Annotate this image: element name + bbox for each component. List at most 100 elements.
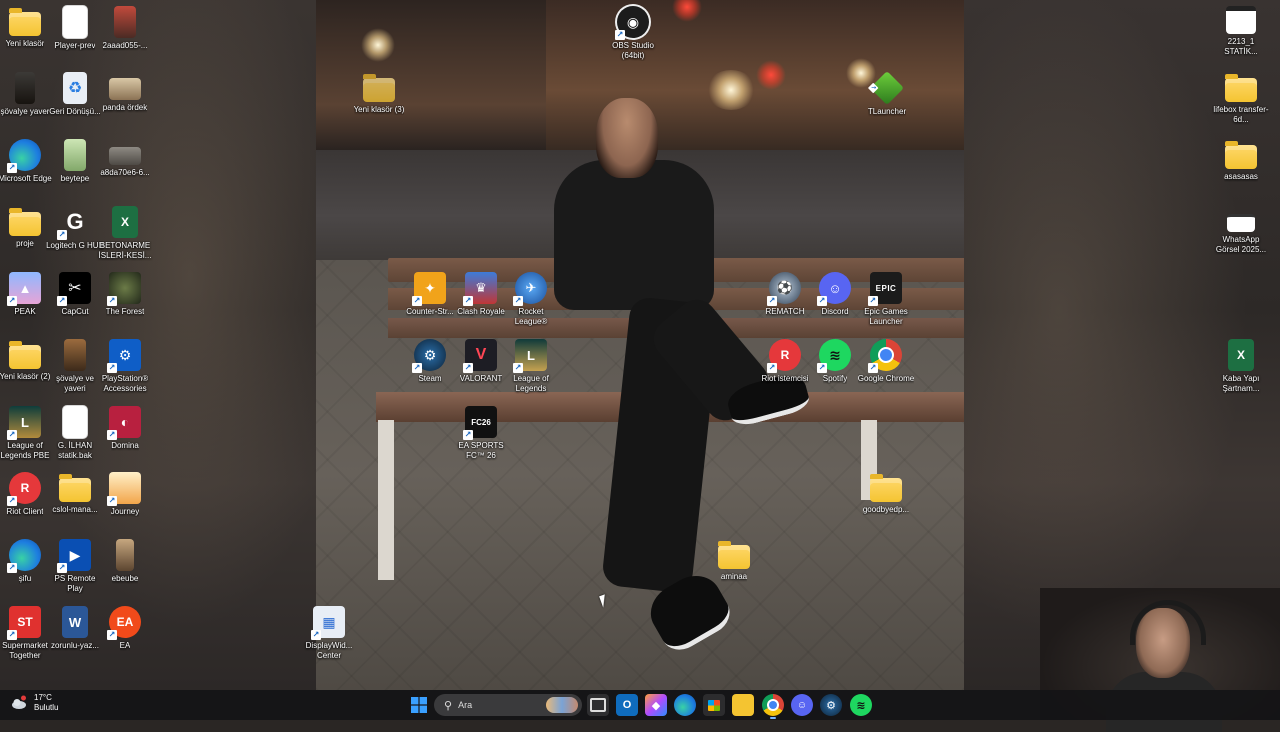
peak-icon: ▲: [7, 272, 41, 306]
image-thumbnail-icon: [116, 539, 134, 571]
desktop-icon-kaba-yapi[interactable]: X Kaba Yapı Şartnam...: [1212, 339, 1270, 394]
file-icon: [63, 6, 87, 38]
discord-icon: ☺: [817, 272, 851, 306]
desktop-icon-ebeube[interactable]: ebeube: [96, 539, 154, 584]
recycle-bin-icon: ♻: [63, 72, 87, 104]
desktop-icon-the-forest[interactable]: The Forest: [96, 272, 154, 317]
steam-icon[interactable]: ⚙: [820, 694, 842, 716]
weather-temperature: 17°C: [34, 693, 52, 702]
tlauncher-icon: [870, 71, 904, 105]
file-icon: [63, 406, 87, 438]
photo-street-light: [361, 28, 395, 62]
desktop-icon-image[interactable]: 2aaad055-...: [96, 6, 154, 51]
spotify-icon: ≋: [817, 339, 851, 373]
desktop-icon-epic-games[interactable]: EPIC Epic Games Launcher: [857, 272, 915, 327]
excel-icon: X: [112, 206, 138, 238]
steam-icon: ⚙: [412, 339, 446, 373]
desktop-icon-goodbyedpi[interactable]: goodbyedp...: [857, 472, 915, 515]
desktop-icon-journey[interactable]: Journey: [96, 472, 154, 517]
desktop-icon-steam[interactable]: ⚙ Steam: [401, 339, 459, 384]
image-thumbnail-icon: [114, 6, 136, 38]
the-forest-icon: [107, 272, 141, 306]
image-thumbnail-icon: [15, 72, 35, 104]
weather-widget[interactable]: 17°C Bulutlu: [10, 693, 58, 713]
counter-strike-icon: ✦: [412, 272, 446, 306]
desktop-icon-spotify[interactable]: ≋ Spotify: [806, 339, 864, 384]
desktop-icon-tlauncher[interactable]: TLauncher: [858, 71, 916, 117]
edge-icon[interactable]: [674, 694, 696, 716]
desktop-icon-displaywidget-center[interactable]: ▦ DisplayWid... Center: [300, 606, 358, 661]
folder-icon: [9, 341, 41, 369]
taskbar-search[interactable]: ⚲ Ara: [434, 694, 582, 716]
weather-condition: Bulutlu: [34, 703, 59, 712]
folder-icon: [9, 208, 41, 236]
photo-street-light: [706, 70, 756, 110]
folder-icon: [363, 74, 395, 102]
valorant-icon: V: [463, 339, 497, 373]
desktop-icon-whatsapp-gorsel[interactable]: WhatsApp Görsel 2025...: [1212, 206, 1270, 255]
desktop-icon-domina[interactable]: ◐ Domina: [96, 406, 154, 451]
riot-client-icon: R: [767, 339, 801, 373]
league-pbe-icon: L: [7, 406, 41, 440]
obs-icon: ◉: [615, 6, 649, 40]
desktop-icon-ea-sports-fc[interactable]: FC26 EA SPORTS FC™ 26: [452, 406, 510, 461]
desktop-icon-lifebox-transfer[interactable]: lifebox transfer-6d...: [1212, 72, 1270, 125]
desktop-icon-league-of-legends[interactable]: L League of Legends: [502, 339, 560, 394]
clash-royale-icon: ♛: [463, 272, 497, 306]
folder-icon: [1225, 74, 1257, 102]
photo-person: [554, 160, 714, 310]
desktop-icon-discord[interactable]: ☺ Discord: [806, 272, 864, 317]
desktop-icon-obs-studio[interactable]: ◉ OBS Studio (64bit): [604, 6, 662, 61]
start-button[interactable]: [408, 694, 430, 716]
desktop-icon-aminaa[interactable]: aminaa: [705, 539, 763, 582]
desktop-icon-ea[interactable]: EA EA: [96, 606, 154, 651]
edge-icon: [7, 139, 41, 173]
discord-icon[interactable]: ☺: [791, 694, 813, 716]
desktop-icon-yeni-klasor-3[interactable]: Yeni klasör (3): [350, 72, 408, 115]
logitech-g-icon: G: [57, 206, 91, 240]
image-thumbnail-icon: [109, 78, 141, 100]
desktop-icon-playstation-accessories[interactable]: ⚙ PlayStation® Accessories: [96, 339, 154, 394]
folder-icon: [718, 541, 750, 569]
desktop-icon-panda-ordek[interactable]: panda ördek: [96, 72, 154, 113]
photo-person-head: [596, 98, 658, 178]
desktop-icon-2213-statik[interactable]: 2213_1 STATİK...: [1212, 6, 1270, 57]
domina-icon: ◐: [107, 406, 141, 440]
chrome-icon: [868, 339, 902, 373]
outlook-icon[interactable]: O: [616, 694, 638, 716]
excel-icon: X: [1228, 339, 1254, 371]
supermarket-together-icon: ST: [7, 606, 41, 640]
image-thumbnail-icon: [1226, 6, 1256, 34]
desktop-icon-asasasas[interactable]: asasasas: [1212, 139, 1270, 182]
rocket-league-icon: ✈: [513, 272, 547, 306]
search-placeholder: Ara: [458, 700, 473, 710]
file-explorer-icon[interactable]: [732, 694, 754, 716]
spotify-icon[interactable]: ≋: [850, 694, 872, 716]
copilot-icon[interactable]: ◆: [645, 694, 667, 716]
taskbar: 17°C Bulutlu ⚲ Ara O ◆ ☺ ⚙ ≋: [0, 690, 1280, 720]
task-view-icon[interactable]: [587, 694, 609, 716]
store-icon[interactable]: [703, 694, 725, 716]
desktop-icon-a8da70e6[interactable]: a8da70e6-6...: [96, 139, 154, 178]
photo-bench-leg: [378, 420, 394, 580]
search-highlight-icon: [546, 697, 578, 713]
image-thumbnail-icon: [1227, 214, 1255, 232]
chrome-icon[interactable]: [762, 694, 784, 719]
epic-games-icon: EPIC: [868, 272, 902, 306]
rematch-icon: ⚽: [767, 272, 801, 306]
desktop-icon-google-chrome[interactable]: Google Chrome: [857, 339, 915, 384]
desktop-icon-betonarme[interactable]: X BETONARME İSLERİ-KESİ...: [96, 206, 154, 261]
windows-icon: [411, 697, 427, 713]
image-thumbnail-icon: [64, 339, 86, 371]
folder-icon: [870, 474, 902, 502]
desktop-icon-rocket-league[interactable]: ✈ Rocket League®: [502, 272, 560, 327]
headset-icon: [1130, 600, 1206, 645]
playstation-icon: ⚙: [107, 339, 141, 373]
capcut-icon: ✂: [57, 272, 91, 306]
folder-icon: [9, 8, 41, 36]
photo-red-light: [756, 60, 786, 90]
image-thumbnail-icon: [109, 147, 141, 165]
folder-icon: [1225, 141, 1257, 169]
edge-icon: [7, 539, 41, 573]
desktop-icon-counter-strike[interactable]: ✦ Counter-Str...: [401, 272, 459, 317]
